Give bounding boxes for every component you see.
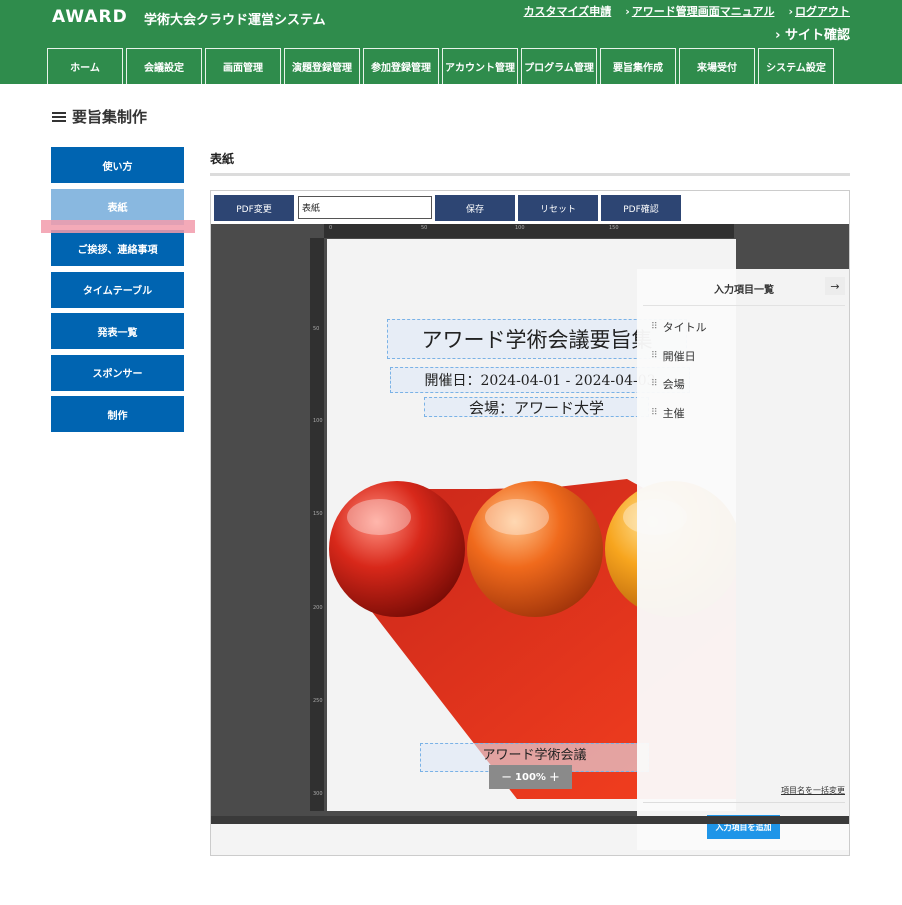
main-nav: ホーム 会議設定 画面管理 演題登録管理 参加登録管理 アカウント管理 プログラ… (47, 48, 834, 84)
ruler-tick: 200 (313, 605, 323, 611)
zoom-out-button[interactable]: − (501, 770, 512, 785)
nav-tab-home[interactable]: ホーム (47, 48, 123, 84)
side-menu: 使い方 表紙 ご挨拶、連絡事項 タイムテーブル 発表一覧 スポンサー 制作 (51, 147, 184, 438)
fields-panel: 入力項目一覧 → ⠿ タイトル ⠿ 開催日 ⠿ 会場 ⠿ 主催 項目名を一括変更… (637, 269, 849, 850)
side-item-sponsors[interactable]: スポンサー (51, 354, 184, 391)
chevron-right-icon: › (625, 5, 630, 18)
ruler-tick: 0 (329, 225, 333, 231)
side-item-howto[interactable]: 使い方 (51, 147, 184, 183)
ruler-top: 0 50 100 150 (324, 224, 734, 238)
editor-toolbar: PDF変更 保存 リセット PDF確認 (211, 191, 849, 224)
ruler-tick: 100 (515, 225, 525, 231)
field-item-venue[interactable]: ⠿ 会場 (651, 376, 685, 392)
bulk-rename-link[interactable]: 項目名を一括変更 (781, 785, 845, 796)
field-item-date[interactable]: ⠿ 開催日 (651, 348, 696, 364)
field-item-organizer[interactable]: ⠿ 主催 (651, 405, 685, 421)
panel-title: 入力項目一覧 (714, 285, 774, 296)
ruler-tick: 250 (313, 698, 323, 704)
logout-link[interactable]: › ログアウト (788, 3, 850, 19)
pdf-change-button[interactable]: PDF変更 (214, 195, 294, 221)
system-name: 学術大会クラウド運営システム (144, 13, 326, 28)
site-check-link[interactable]: › サイト確認 (775, 24, 850, 43)
nav-tab-reception[interactable]: 来場受付 (679, 48, 755, 84)
side-item-greetings[interactable]: ご挨拶、連絡事項 (51, 230, 184, 266)
reset-button[interactable]: リセット (518, 195, 598, 221)
app-header: AWARD 学術大会クラウド運営システム カスタマイズ申請 › アワード管理画面マ… (0, 0, 902, 84)
drag-handle-icon[interactable]: ⠿ (651, 379, 658, 389)
pdf-preview-button[interactable]: PDF確認 (601, 195, 681, 221)
drag-handle-icon[interactable]: ⠿ (651, 322, 658, 332)
panel-divider (643, 305, 845, 306)
side-item-timetable[interactable]: タイムテーブル (51, 271, 184, 308)
page-title: 要旨集制作 (52, 106, 147, 127)
canvas-area[interactable]: 0 50 100 150 50 100 150 200 250 300 アワード… (211, 224, 849, 850)
nav-tab-account-management[interactable]: アカウント管理 (442, 48, 518, 84)
section-title: 表紙 (210, 152, 235, 166)
nav-tab-screen-management[interactable]: 画面管理 (205, 48, 281, 84)
manual-link[interactable]: › アワード管理画面マニュアル (625, 3, 774, 19)
active-item-marker (41, 220, 195, 233)
drag-handle-icon[interactable]: ⠿ (651, 351, 658, 361)
red-sphere (329, 481, 465, 617)
canvas-bottom-bar (211, 816, 849, 824)
arrow-right-icon[interactable]: → (825, 277, 845, 295)
zoom-in-button[interactable]: + (549, 770, 560, 785)
save-button[interactable]: 保存 (435, 195, 515, 221)
nav-tab-abstract-registration[interactable]: 演題登録管理 (284, 48, 360, 84)
nav-tab-conference-settings[interactable]: 会議設定 (126, 48, 202, 84)
zoom-level: 100% (515, 771, 546, 783)
customize-request-link[interactable]: カスタマイズ申請 (524, 3, 612, 19)
nav-tab-participant-registration[interactable]: 参加登録管理 (363, 48, 439, 84)
cover-name-input[interactable] (298, 196, 432, 219)
zoom-control: − 100% + (489, 765, 572, 789)
cover-venue-field[interactable]: 会場：アワード大学 (424, 397, 649, 417)
award-logo[interactable]: AWARD (52, 7, 128, 27)
nav-tab-abstract-book[interactable]: 要旨集作成 (600, 48, 676, 84)
ruler-tick: 50 (421, 225, 428, 231)
side-item-production[interactable]: 制作 (51, 396, 184, 432)
section-divider (210, 173, 850, 176)
orange-sphere (467, 481, 603, 617)
side-item-presentations[interactable]: 発表一覧 (51, 313, 184, 349)
ruler-tick: 100 (313, 418, 323, 424)
chevron-right-icon: › (788, 5, 793, 18)
panel-divider (643, 802, 845, 803)
field-item-title[interactable]: ⠿ タイトル (651, 319, 707, 335)
ruler-tick: 150 (609, 225, 619, 231)
list-icon (52, 111, 66, 123)
chevron-right-icon: › (775, 28, 785, 43)
ruler-tick: 50 (313, 326, 320, 332)
drag-handle-icon[interactable]: ⠿ (651, 408, 658, 418)
ruler-tick: 300 (313, 791, 323, 797)
nav-tab-program-management[interactable]: プログラム管理 (521, 48, 597, 84)
ruler-tick: 150 (313, 511, 323, 517)
nav-tab-system-settings[interactable]: システム設定 (758, 48, 834, 84)
top-links: カスタマイズ申請 › アワード管理画面マニュアル › ログアウト (524, 3, 850, 19)
ruler-left: 50 100 150 200 250 300 (310, 238, 324, 811)
cover-editor: PDF変更 保存 リセット PDF確認 0 50 100 150 50 100 … (210, 190, 850, 856)
